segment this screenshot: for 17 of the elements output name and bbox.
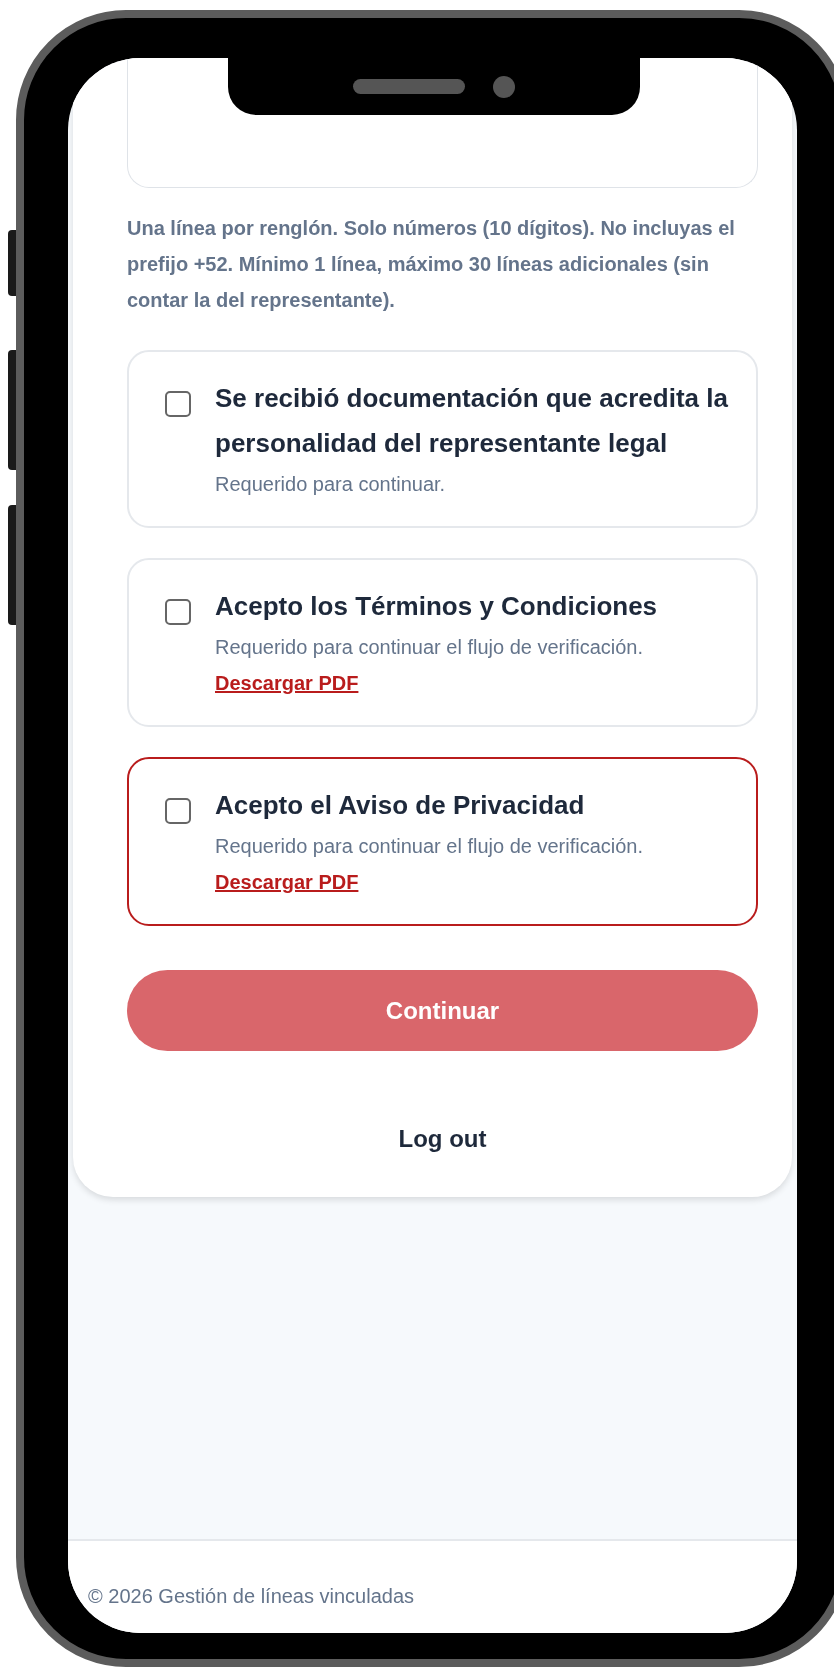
consent-title: Acepto los Términos y Condiciones bbox=[215, 590, 659, 623]
speaker-icon bbox=[353, 79, 465, 94]
consent-title: Se recibió documentación que acredita la personalidad del representante legal bbox=[215, 382, 729, 460]
consent-note: Requerido para continuar. bbox=[215, 472, 447, 497]
checkbox[interactable] bbox=[165, 599, 191, 625]
download-link[interactable]: Descargar PDF bbox=[215, 871, 359, 893]
checkbox[interactable] bbox=[165, 798, 191, 824]
text-area[interactable] bbox=[127, 58, 758, 188]
footer-text: © 2026 Gestión de líneas vinculadas bbox=[88, 1585, 415, 1607]
consent-note: Requerido para continuar el flujo de verificación. Descargar PDF bbox=[215, 834, 645, 895]
checkbox[interactable] bbox=[165, 391, 191, 417]
logout-button[interactable]: Log out bbox=[398, 1121, 487, 1157]
camera-icon bbox=[493, 75, 515, 98]
download-link[interactable]: Descargar PDF bbox=[215, 672, 359, 694]
hint-text: Una línea por renglón. Solo números (10 dígitos). No incluyas el prefijo +52. Mínimo 1 línea, máximo 30 líneas adicionales (sin contar la del representante). bbox=[127, 216, 736, 313]
consent-note: Requerido para continuar el flujo de verificación. Descargar PDF bbox=[215, 635, 645, 696]
consent-title: Acepto el Aviso de Privacidad bbox=[215, 789, 586, 822]
